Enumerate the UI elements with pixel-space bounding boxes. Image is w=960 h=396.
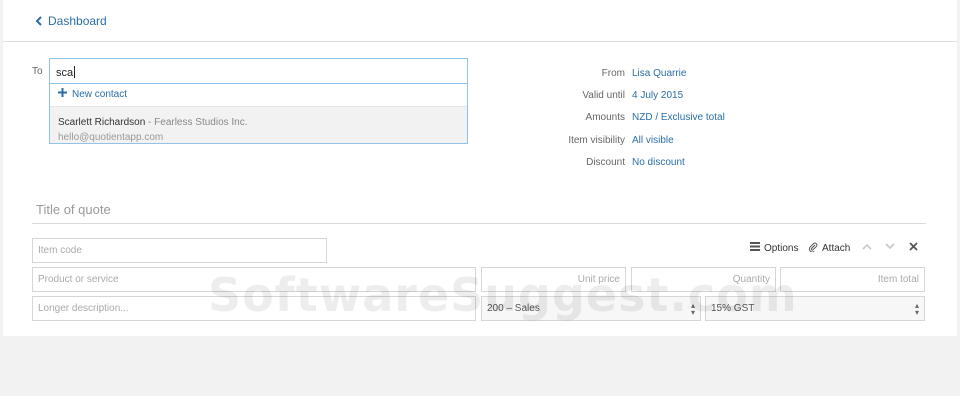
meta-label-item-visibility: Item visibility: [568, 135, 625, 146]
item-code-input[interactable]: Item code: [32, 238, 327, 263]
remove-item-button[interactable]: [909, 242, 918, 254]
meta-value-discount[interactable]: No discount: [632, 157, 685, 168]
meta-value-item-visibility[interactable]: All visible: [632, 135, 674, 146]
product-input[interactable]: Product or service: [32, 267, 476, 292]
contact-suggestions-dropdown: New contact Scarlett Richardson - Fearle…: [49, 84, 468, 144]
contact-name: Scarlett Richardson: [58, 117, 146, 128]
account-select[interactable]: 200 – Sales ▴ ▾: [481, 296, 701, 321]
to-label: To: [32, 66, 43, 77]
contact-suggestion-item[interactable]: Scarlett Richardson - Fearless Studios I…: [50, 106, 467, 143]
attach-label: Attach: [822, 243, 851, 254]
top-bar: Dashboard: [3, 0, 957, 42]
move-up-button[interactable]: [862, 242, 872, 253]
text-caret: [74, 66, 76, 78]
recipient-input-value: sca: [56, 67, 74, 79]
recipient-search-input[interactable]: sca: [49, 58, 468, 84]
options-label: Options: [764, 242, 799, 254]
plus-icon: [58, 88, 67, 100]
tax-select[interactable]: 15% GST ▴ ▾: [705, 296, 925, 321]
tax-select-value: 15% GST: [711, 303, 755, 314]
meta-value-valid-until[interactable]: 4 July 2015: [632, 90, 683, 101]
move-down-button[interactable]: [885, 242, 895, 253]
new-contact-label: New contact: [72, 88, 128, 100]
meta-label-from: From: [601, 68, 625, 79]
new-contact-option[interactable]: New contact: [58, 88, 127, 100]
meta-value-from[interactable]: Lisa Quarrie: [632, 68, 686, 79]
description-input[interactable]: Longer description...: [32, 296, 476, 321]
item-total-input[interactable]: Item total: [780, 267, 925, 292]
select-arrows-icon: ▴ ▾: [690, 301, 695, 317]
contact-company: - Fearless Studios Inc.: [145, 117, 248, 128]
select-arrows-icon: ▴ ▾: [914, 301, 919, 317]
chevron-up-icon: [862, 242, 872, 253]
meta-label-discount: Discount: [586, 157, 625, 168]
meta-value-amounts[interactable]: NZD / Exclusive total: [632, 112, 725, 123]
unit-price-input[interactable]: Unit price: [481, 267, 626, 292]
chevron-left-icon: [35, 16, 42, 26]
back-to-dashboard-link[interactable]: Dashboard: [35, 14, 107, 28]
meta-label-amounts: Amounts: [585, 112, 625, 123]
meta-label-valid-until: Valid until: [582, 90, 625, 101]
contact-email: hello@quotientapp.com: [58, 132, 164, 143]
paperclip-icon: [808, 242, 818, 255]
list-icon: [750, 242, 760, 254]
quantity-input[interactable]: Quantity: [631, 267, 776, 292]
close-icon: [909, 242, 918, 254]
attach-button[interactable]: Attach: [808, 242, 850, 255]
account-select-value: 200 – Sales: [487, 303, 540, 314]
back-label: Dashboard: [48, 14, 107, 28]
options-button[interactable]: Options: [750, 242, 798, 254]
chevron-down-icon: [885, 242, 895, 253]
quote-title-input[interactable]: Title of quote: [32, 202, 926, 224]
